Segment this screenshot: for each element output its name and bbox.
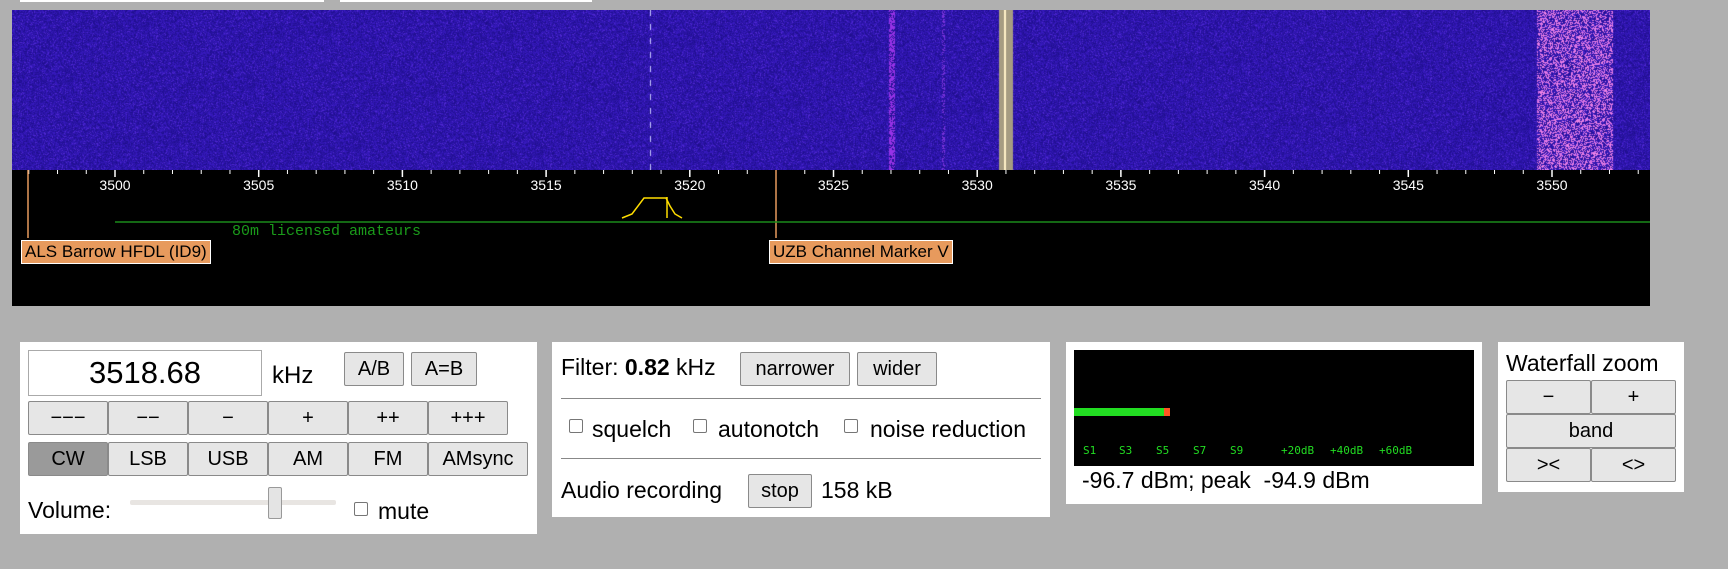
volume-track <box>130 500 336 505</box>
autonotch-checkbox[interactable] <box>693 419 707 433</box>
filter-panel: Filter: 0.82 kHz narrower wider squelch … <box>552 342 1050 517</box>
smeter-scale-label: S7 <box>1193 444 1207 457</box>
recording-label: Audio recording <box>561 477 723 503</box>
mode-cw-button[interactable]: CW <box>28 442 108 476</box>
scale-tick-label: 3500 <box>99 177 130 193</box>
a-equals-b-button[interactable]: A=B <box>411 352 477 386</box>
zoom-panel: Waterfall zoom − + band >< <> <box>1498 342 1684 492</box>
squelch-checkbox[interactable] <box>569 419 583 433</box>
recording-size: 158 kB <box>821 477 893 503</box>
frequency-unit: kHz <box>272 362 314 389</box>
top-tab-1 <box>20 0 324 2</box>
zoom-narrow-button[interactable]: >< <box>1506 448 1591 482</box>
smeter-scale-label: +40dB <box>1330 444 1364 457</box>
step-down-medium-button[interactable]: −− <box>108 401 188 435</box>
scale-tick-label: 3540 <box>1249 177 1280 193</box>
mode-am-button[interactable]: AM <box>268 442 348 476</box>
scale-tick-label: 3550 <box>1536 177 1567 193</box>
volume-thumb[interactable] <box>268 487 283 519</box>
scale-tick-label: 3520 <box>674 177 705 193</box>
scale-tick-label: 3510 <box>387 177 418 193</box>
smeter-panel: S1 S3 S5 S7 S9 +20dB +40dB +60dB -96.7 dBm; pea… <box>1066 342 1482 504</box>
scale-tick-label: 3530 <box>962 177 993 193</box>
mode-amsync-button[interactable]: AMsync <box>428 442 528 476</box>
waterfall-display[interactable] <box>12 10 1650 170</box>
zoom-band-button[interactable]: band <box>1506 414 1676 448</box>
scale-tick-label: 3505 <box>243 177 274 193</box>
noise-reduction-label: noise reduction <box>870 416 1026 442</box>
frequency-input[interactable]: 3518.68 <box>28 350 262 396</box>
filter-label-text: Filter: <box>561 354 619 380</box>
marker-als-barrow[interactable]: ALS Barrow HFDL (ID9) <box>21 240 211 264</box>
mode-usb-button[interactable]: USB <box>188 442 268 476</box>
recording-stop-button[interactable]: stop <box>748 474 812 508</box>
step-up-large-button[interactable]: +++ <box>428 401 508 435</box>
filter-label: Filter: 0.82 kHz <box>561 354 716 381</box>
top-tab-2 <box>340 0 592 2</box>
step-down-large-button[interactable]: −−− <box>28 401 108 435</box>
smeter-scale-label: S3 <box>1119 444 1133 457</box>
smeter-scale: S1 S3 S5 S7 S9 +20dB +40dB +60dB <box>1074 444 1474 462</box>
zoom-widen-button[interactable]: <> <box>1591 448 1676 482</box>
tuning-panel: 3518.68 kHz A/B A=B −−− −− − + ++ +++ CW… <box>20 342 537 534</box>
step-down-small-button[interactable]: − <box>188 401 268 435</box>
autonotch-label: autonotch <box>718 416 820 442</box>
smeter-scale-label: +60dB <box>1379 444 1413 457</box>
smeter-display: S1 S3 S5 S7 S9 +20dB +40dB +60dB <box>1074 350 1474 466</box>
frequency-scale[interactable]: 3500 3505 3510 3515 3520 3525 3530 3535 3540 3545… <box>12 170 1650 306</box>
frequency-scale-svg: 3500 3505 3510 3515 3520 3525 3530 3535 3540 3545… <box>27 170 1650 240</box>
ab-swap-button[interactable]: A/B <box>344 352 404 386</box>
smeter-scale-label: S5 <box>1156 444 1170 457</box>
filter-width-unit: kHz <box>676 354 716 380</box>
passband-shape <box>621 197 683 219</box>
filter-width-value: 0.82 <box>624 354 670 380</box>
waterfall-canvas <box>12 10 1650 170</box>
smeter-readout: -96.7 dBm; peak -94.9 dBm <box>1082 467 1370 493</box>
mute-label: mute <box>378 498 430 524</box>
smeter-scale-label: S9 <box>1230 444 1244 457</box>
volume-slider[interactable] <box>130 487 336 519</box>
mode-fm-button[interactable]: FM <box>348 442 428 476</box>
zoom-in-button[interactable]: + <box>1591 380 1676 414</box>
mute-checkbox[interactable] <box>354 502 368 516</box>
zoom-title: Waterfall zoom <box>1506 350 1659 376</box>
band-label: 80m licensed amateurs <box>232 223 421 240</box>
noise-reduction-checkbox[interactable] <box>844 419 858 433</box>
step-up-medium-button[interactable]: ++ <box>348 401 428 435</box>
mode-lsb-button[interactable]: LSB <box>108 442 188 476</box>
zoom-out-button[interactable]: − <box>1506 380 1591 414</box>
smeter-peak-marker <box>1164 408 1170 416</box>
volume-label: Volume: <box>28 497 112 523</box>
filter-divider-1 <box>561 398 1041 399</box>
step-up-small-button[interactable]: + <box>268 401 348 435</box>
smeter-scale-label: +20dB <box>1281 444 1315 457</box>
scale-tick-label: 3515 <box>531 177 562 193</box>
scale-tick-label: 3545 <box>1393 177 1424 193</box>
narrower-button[interactable]: narrower <box>740 352 850 386</box>
squelch-label: squelch <box>592 416 672 442</box>
wider-button[interactable]: wider <box>857 352 937 386</box>
marker-uzb-channel[interactable]: UZB Channel Marker V <box>769 240 953 264</box>
filter-divider-2 <box>561 458 1041 459</box>
scale-tick-label: 3535 <box>1105 177 1136 193</box>
scale-tick-label: 3525 <box>818 177 849 193</box>
smeter-level-bar <box>1074 408 1164 416</box>
smeter-scale-label: S1 <box>1083 444 1097 457</box>
